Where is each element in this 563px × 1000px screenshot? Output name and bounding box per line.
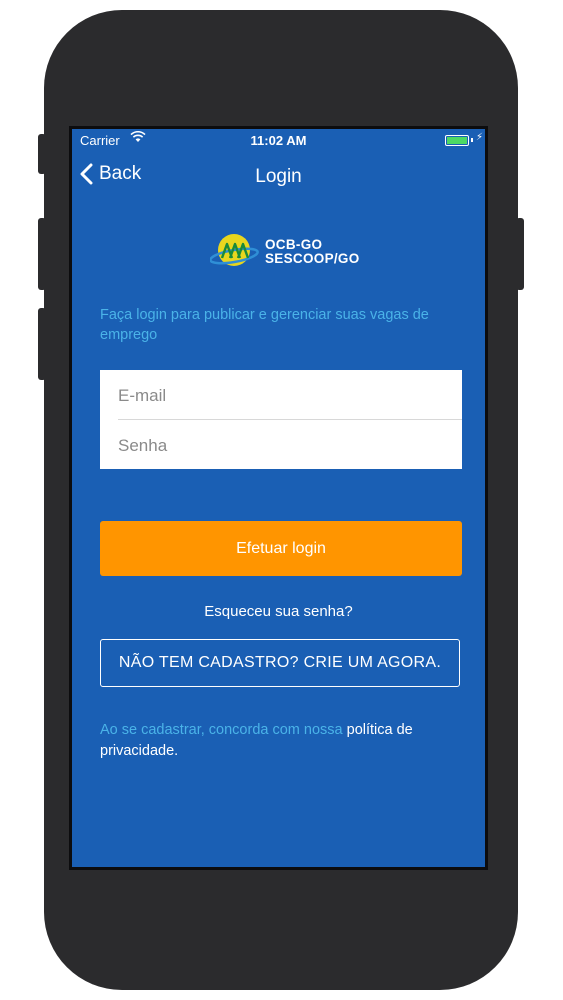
logo-line-2: SESCOOP/GO <box>265 251 360 266</box>
login-form <box>100 370 462 469</box>
intro-text: Faça login para publicar e gerenciar sua… <box>100 307 429 343</box>
terms-prefix: Ao se cadastrar, concorda com nossa <box>100 722 347 738</box>
password-field[interactable] <box>118 431 448 461</box>
terms-text: Ao se cadastrar, concorda com nossa polí… <box>100 720 460 762</box>
phone-screen: Carrier 11:02 AM ⚡ Back Login OCB-GO SES… <box>69 126 488 870</box>
battery-tip <box>471 138 473 142</box>
email-field[interactable] <box>118 381 448 411</box>
forgot-password-link[interactable]: Esqueceu sua senha? <box>72 603 485 620</box>
ocb-logo: OCB-GO SESCOOP/GO <box>210 229 370 273</box>
form-divider <box>118 419 462 420</box>
battery-icon <box>445 135 469 146</box>
navigation-bar: Back Login <box>72 159 485 199</box>
page-title: Login <box>255 166 302 187</box>
ocb-logo-icon <box>210 234 259 266</box>
login-button[interactable]: Efetuar login <box>100 521 462 576</box>
logo-line-1: OCB-GO <box>265 237 323 252</box>
charging-icon: ⚡ <box>475 132 483 143</box>
login-screen: Carrier 11:02 AM ⚡ Back Login OCB-GO SES… <box>72 129 485 867</box>
status-bar: Carrier 11:02 AM ⚡ <box>72 129 485 151</box>
register-button[interactable]: NÃO TEM CADASTRO? CRIE UM AGORA. <box>100 639 460 687</box>
terms-suffix: . <box>174 743 179 759</box>
logo-text: OCB-GO SESCOOP/GO <box>265 238 360 266</box>
status-time: 11:02 AM <box>250 133 307 148</box>
